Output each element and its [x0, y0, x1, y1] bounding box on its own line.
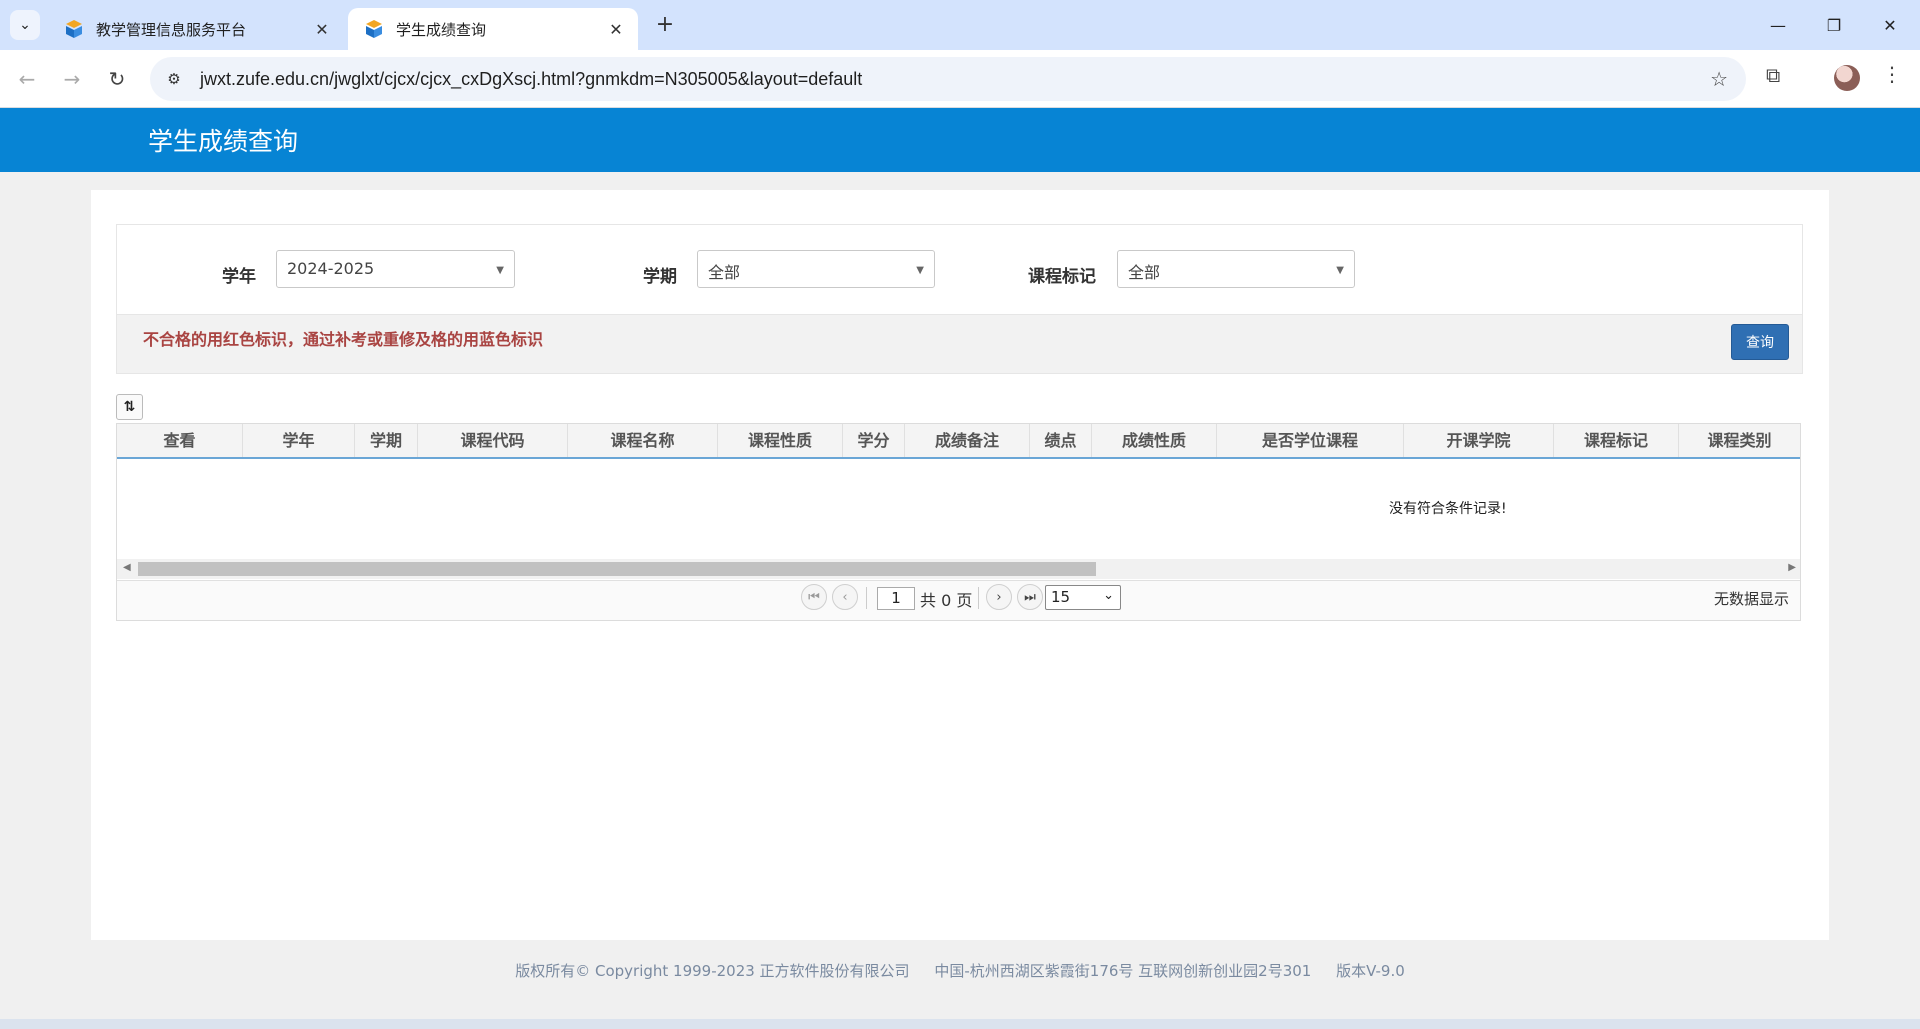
tab-title: 学生成绩查询 [396, 20, 487, 39]
course-mark-label: 课程标记 [1028, 267, 1096, 287]
pager-divider [866, 587, 867, 609]
scroll-left-icon[interactable]: ◀ [123, 562, 131, 573]
site-favicon-icon [366, 20, 382, 38]
year-select[interactable]: 2024-2025 ▼ [276, 250, 515, 288]
course-mark-select-value: 全部 [1128, 263, 1161, 282]
close-window-button[interactable]: ✕ [1862, 0, 1918, 50]
column-header[interactable]: 成绩性质 [1092, 424, 1217, 457]
new-tab-button[interactable]: + [650, 10, 680, 40]
last-page-icon[interactable]: ⏭ [1017, 584, 1043, 610]
close-icon[interactable]: ✕ [606, 20, 626, 39]
site-info-icon[interactable]: ⚙ [162, 70, 186, 88]
table-header: 查看 学年 学期 课程代码 课程名称 课程性质 学分 成绩备注 绩点 成绩性质 … [117, 424, 1800, 459]
empty-table-message: 没有符合条件记录! [1389, 501, 1507, 517]
chevron-down-icon: ⌄ [19, 17, 31, 33]
address-text: 中国-杭州西湖区紫霞街176号 互联网创新创业园2号301 [934, 962, 1312, 980]
grade-color-notice: 不合格的用红色标识，通过补考或重修及格的用蓝色标识 [143, 330, 544, 349]
tab-search-button[interactable]: ⌄ [10, 10, 40, 40]
caret-down-icon: ▼ [916, 265, 924, 276]
scroll-right-icon[interactable]: ▶ [1788, 562, 1796, 573]
page-number-input[interactable]: 1 [877, 587, 915, 610]
year-select-value: 2024-2025 [287, 259, 375, 278]
sort-toggle-button[interactable]: ⇅ [116, 394, 143, 420]
column-header[interactable]: 学年 [243, 424, 355, 457]
address-bar[interactable]: ⚙ jwxt.zufe.edu.cn/jwglxt/cjcx/cjcx_cxDg… [150, 57, 1746, 101]
page-size-value: 15 [1051, 588, 1071, 606]
caret-down-icon: ▼ [496, 265, 504, 276]
year-label: 学年 [222, 267, 256, 287]
pager-divider [978, 587, 979, 609]
first-page-icon[interactable]: ⏮ [801, 584, 827, 610]
bookmark-star-icon[interactable]: ☆ [1710, 67, 1728, 91]
course-mark-select[interactable]: 全部 ▼ [1117, 250, 1355, 288]
extensions-icon[interactable]: ⧉ [1766, 63, 1780, 87]
url-text: jwxt.zufe.edu.cn/jwglxt/cjcx/cjcx_cxDgXs… [200, 68, 863, 89]
next-page-icon[interactable]: › [986, 584, 1012, 610]
total-pages-text: 共 0 页 [920, 591, 973, 610]
chevron-down-icon: ⌄ [1103, 588, 1114, 603]
column-header[interactable]: 学期 [355, 424, 418, 457]
column-header[interactable]: 成绩备注 [905, 424, 1030, 457]
column-header[interactable]: 学分 [843, 424, 905, 457]
minimize-button[interactable]: — [1750, 0, 1806, 50]
sort-icon: ⇅ [123, 399, 136, 415]
column-header[interactable]: 课程标记 [1554, 424, 1679, 457]
close-icon[interactable]: ✕ [312, 20, 332, 39]
term-select[interactable]: 全部 ▼ [697, 250, 935, 288]
column-header[interactable]: 查看 [117, 424, 243, 457]
term-select-value: 全部 [708, 263, 741, 282]
column-header[interactable]: 课程性质 [718, 424, 843, 457]
page-header: 学生成绩查询 [0, 108, 1920, 172]
forward-button[interactable]: → [55, 62, 89, 96]
prev-page-icon[interactable]: ‹ [832, 584, 858, 610]
tab-title: 教学管理信息服务平台 [96, 20, 247, 39]
column-header[interactable]: 课程类别 [1679, 424, 1800, 457]
column-header[interactable]: 是否学位课程 [1217, 424, 1404, 457]
page-footer: 版权所有© Copyright 1999-2023 正方软件股份有限公司 中国-… [0, 960, 1920, 981]
column-header[interactable]: 课程代码 [418, 424, 568, 457]
browser-tab-bar: ⌄ 教学管理信息服务平台 ✕ 学生成绩查询 ✕ + — ❐ ✕ [0, 0, 1920, 50]
browser-toolbar: ← → ↻ ⚙ jwxt.zufe.edu.cn/jwglxt/cjcx/cjc… [0, 50, 1920, 108]
column-header[interactable]: 开课学院 [1404, 424, 1554, 457]
query-button[interactable]: 查询 [1731, 324, 1789, 360]
term-label: 学期 [643, 267, 677, 287]
scrollbar-thumb[interactable] [138, 562, 1096, 576]
version-text: 版本V-9.0 [1336, 962, 1405, 980]
page-size-select[interactable]: 15 ⌄ [1045, 585, 1121, 610]
reload-button[interactable]: ↻ [100, 62, 134, 96]
horizontal-scrollbar[interactable]: ◀ ▶ [117, 559, 1800, 579]
browser-tab[interactable]: 教学管理信息服务平台 ✕ [48, 8, 344, 50]
column-header[interactable]: 课程名称 [568, 424, 718, 457]
back-button[interactable]: ← [10, 62, 44, 96]
page-title: 学生成绩查询 [148, 127, 299, 156]
browser-tab-active[interactable]: 学生成绩查询 ✕ [348, 8, 638, 50]
site-favicon-icon [66, 20, 82, 38]
record-info-text: 无数据显示 [1714, 590, 1790, 608]
restore-button[interactable]: ❐ [1806, 0, 1862, 50]
caret-down-icon: ▼ [1336, 265, 1344, 276]
copyright-text: 版权所有© Copyright 1999-2023 正方软件股份有限公司 [515, 962, 910, 980]
more-menu-icon[interactable]: ⋮ [1882, 62, 1902, 86]
column-header[interactable]: 绩点 [1030, 424, 1092, 457]
avatar[interactable] [1834, 65, 1860, 91]
bottom-strip [0, 1019, 1920, 1029]
